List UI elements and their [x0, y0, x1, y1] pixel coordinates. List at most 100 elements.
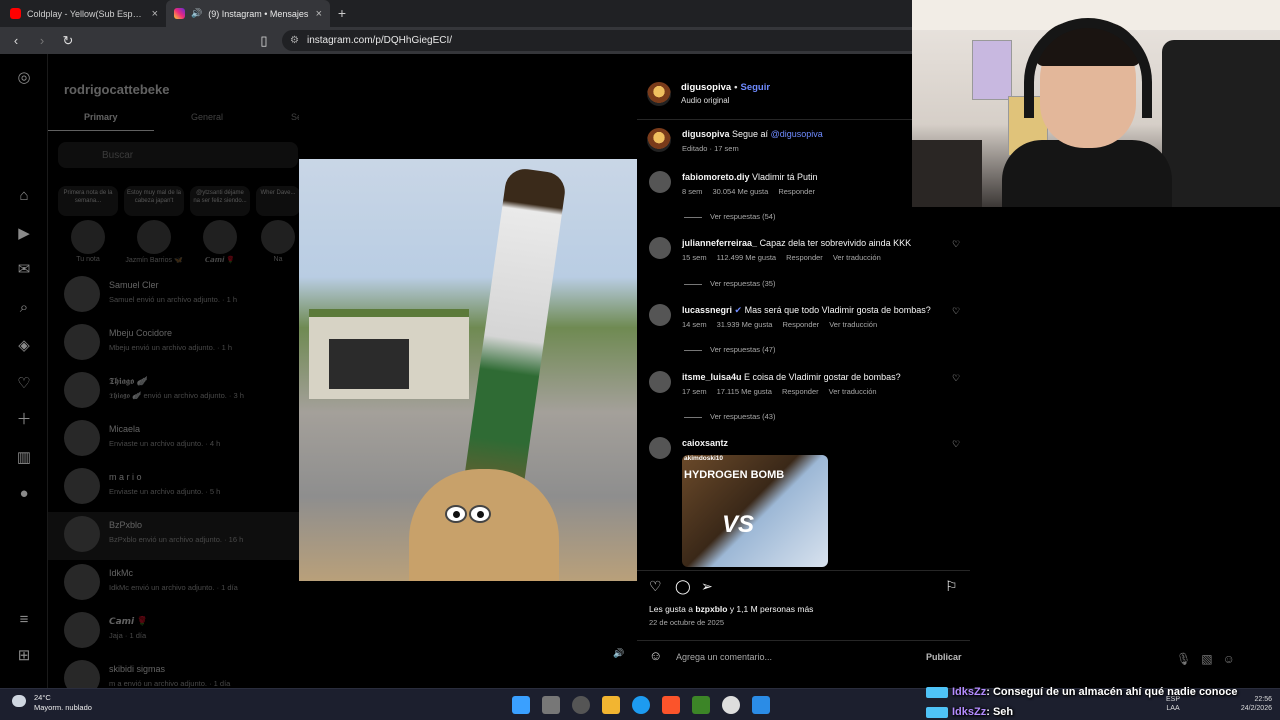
brave-icon[interactable]	[662, 696, 680, 714]
create-icon[interactable]: ＋	[14, 410, 34, 430]
like-comment-icon[interactable]: ♡	[952, 439, 960, 450]
conversation-item[interactable]: 𝕿𝖍𝖎𝖆𝖌𝖔 🪽 𝕿𝖍𝖎𝖆𝖌𝖔 🪽 envió un archivo adjunt…	[48, 368, 308, 416]
gif-watermark: akimdoski10	[684, 455, 724, 462]
comment-icon[interactable]: ◯	[675, 578, 691, 595]
new-tab-button[interactable]: +	[330, 0, 354, 27]
instagram-logo-icon[interactable]: ◎	[14, 68, 34, 88]
message-composer-icons[interactable]: 🎙▧☺	[1176, 652, 1245, 666]
like-comment-icon[interactable]: ♡	[952, 239, 960, 250]
explore-icon[interactable]: ◈	[14, 336, 34, 356]
gif-attachment[interactable]: akimdoski10 HYDROGEN BOMB VS	[682, 455, 828, 567]
comment-likes[interactable]: 30.054 Me gusta	[712, 187, 768, 196]
meta-apps-icon[interactable]: ⊞	[14, 646, 34, 666]
comment-input[interactable]: Agrega un comentario...	[676, 652, 772, 662]
conversation-item[interactable]: Mbeju Cocidore Mbeju envió un archivo adj…	[48, 320, 308, 368]
conversation-name: skibidi sigmas	[109, 664, 166, 674]
emoji-icon[interactable]: ☺	[649, 648, 662, 663]
translate-button[interactable]: Ver traducción	[829, 320, 877, 329]
like-comment-icon[interactable]: ♡	[952, 306, 960, 317]
avatar[interactable]	[649, 171, 671, 193]
gif-title: HYDROGEN BOMB	[684, 469, 785, 481]
view-replies-button[interactable]: Ver respuestas (47)	[684, 345, 775, 354]
like-comment-icon[interactable]: ♡	[952, 373, 960, 384]
avatar[interactable]	[649, 304, 671, 326]
reply-button[interactable]: Responder	[782, 387, 819, 396]
publish-button[interactable]: Publicar	[926, 652, 962, 662]
messages-icon[interactable]: ✉	[14, 260, 34, 280]
settings-icon[interactable]	[722, 696, 740, 714]
note-bubble: Primera nota de la semana...	[58, 186, 118, 216]
audio-label[interactable]: Audio original	[681, 96, 729, 105]
home-icon[interactable]: ⌂	[14, 186, 34, 206]
tab-primary[interactable]: Primary	[84, 112, 118, 122]
tab-youtube[interactable]: Coldplay - Yellow(Sub Español + Lyric ×	[2, 0, 166, 27]
like-icon[interactable]: ♡	[649, 578, 662, 595]
stream-chat-overlay: IdksZz: Conseguí de un almacén ahí qué n…	[926, 682, 1280, 720]
comment-likes[interactable]: 17.115 Me gusta	[717, 387, 772, 396]
file-explorer-icon[interactable]	[602, 696, 620, 714]
audio-toggle-icon[interactable]: 🔊	[613, 648, 624, 659]
task-view-icon[interactable]	[542, 696, 560, 714]
search-input[interactable]: Buscar	[58, 142, 298, 168]
vscode-icon[interactable]	[752, 696, 770, 714]
post-video[interactable]: 🔊	[299, 70, 637, 672]
follow-button[interactable]: Seguir	[740, 82, 770, 93]
reels-icon[interactable]: ▶	[14, 224, 34, 244]
close-icon[interactable]: ×	[316, 8, 322, 20]
tab-instagram[interactable]: 🔊 (9) Instagram • Mensajes ×	[166, 0, 330, 27]
translate-button[interactable]: Ver traducción	[833, 253, 881, 262]
translate-button[interactable]: Ver traducción	[829, 387, 877, 396]
close-icon[interactable]: ×	[152, 8, 158, 20]
mention-link[interactable]: @digusopiva	[771, 129, 823, 139]
menu-icon[interactable]: ≡	[14, 610, 34, 630]
conversation-item[interactable]: m a r i o Enviaste un archivo adjunto. · …	[48, 464, 308, 512]
view-replies-button[interactable]: Ver respuestas (43)	[684, 412, 775, 421]
speaker-icon[interactable]: 🔊	[191, 8, 202, 19]
reply-button[interactable]: Responder	[778, 187, 815, 196]
note-item[interactable]: Primera nota de la semana... Tu nota	[58, 186, 118, 263]
comment-text: itsme_luisa4u E coisa de Vladimir gostar…	[682, 372, 901, 382]
start-icon[interactable]	[512, 696, 530, 714]
note-item[interactable]: @ytzsanti déjame na ser feliz siendo... …	[190, 186, 250, 264]
conversation-item[interactable]: Samuel Cler Samuel envió un archivo adjun…	[48, 272, 308, 320]
author-name[interactable]: digusopiva	[681, 82, 731, 93]
notifications-heart-icon[interactable]: ♡	[14, 374, 34, 394]
avatar[interactable]	[649, 237, 671, 259]
forward-icon[interactable]: ›	[34, 33, 50, 48]
conversation-item[interactable]: IdkMc IdkMc envió un archivo adjunto. · 1…	[48, 560, 308, 608]
reply-button[interactable]: Responder	[782, 320, 819, 329]
view-replies-button[interactable]: Ver respuestas (54)	[684, 212, 775, 221]
share-icon[interactable]: ➢	[701, 578, 713, 595]
profile-avatar[interactable]: ●	[14, 484, 34, 504]
note-item[interactable]: Estoy muy mal de la cabeza japan't Jazmí…	[124, 186, 184, 264]
conversation-item[interactable]: Micaela Enviaste un archivo adjunto. · 4 …	[48, 416, 308, 464]
author-avatar[interactable]	[647, 82, 671, 106]
tab-title: Coldplay - Yellow(Sub Español + Lyric	[27, 8, 146, 19]
bookmark-icon[interactable]: ▯	[256, 33, 272, 49]
video-frame[interactable]	[299, 159, 637, 581]
search-icon[interactable]: ⌕	[14, 298, 34, 318]
inbox-username[interactable]: rodrigocattebeke	[64, 82, 169, 97]
likes-summary[interactable]: Les gusta a bzpxblo y 1,1 M personas más	[649, 604, 813, 614]
back-icon[interactable]: ‹	[8, 33, 24, 48]
site-info-icon[interactable]: ⚙	[290, 35, 299, 46]
avatar[interactable]	[649, 371, 671, 393]
reply-button[interactable]: Responder	[786, 253, 823, 262]
dashboard-icon[interactable]: ▥	[14, 448, 34, 468]
tab-general[interactable]: General	[191, 112, 223, 122]
reload-icon[interactable]: ↻	[60, 33, 76, 49]
author-avatar[interactable]	[647, 128, 671, 152]
note-item[interactable]: Wher Dave... Na	[256, 186, 300, 263]
minecraft-icon[interactable]	[692, 696, 710, 714]
conversation-item[interactable]: 𝘾𝙖𝙢𝙞 🌹 Jaja · 1 día	[48, 608, 308, 656]
view-replies-button[interactable]: Ver respuestas (35)	[684, 279, 775, 288]
conversation-preview: BzPxblo envió un archivo adjunto. · 16 h	[109, 535, 244, 544]
save-icon[interactable]: ⚐	[945, 578, 958, 595]
conversation-item-selected[interactable]: BzPxblo BzPxblo envió un archivo adjunto.…	[48, 512, 308, 560]
comment-likes[interactable]: 31.939 Me gusta	[717, 320, 773, 329]
comment-likes[interactable]: 112.499 Me gusta	[717, 253, 777, 262]
webcam-poster	[972, 40, 1012, 100]
obs-icon[interactable]	[572, 696, 590, 714]
edge-icon[interactable]	[632, 696, 650, 714]
avatar[interactable]	[649, 437, 671, 459]
